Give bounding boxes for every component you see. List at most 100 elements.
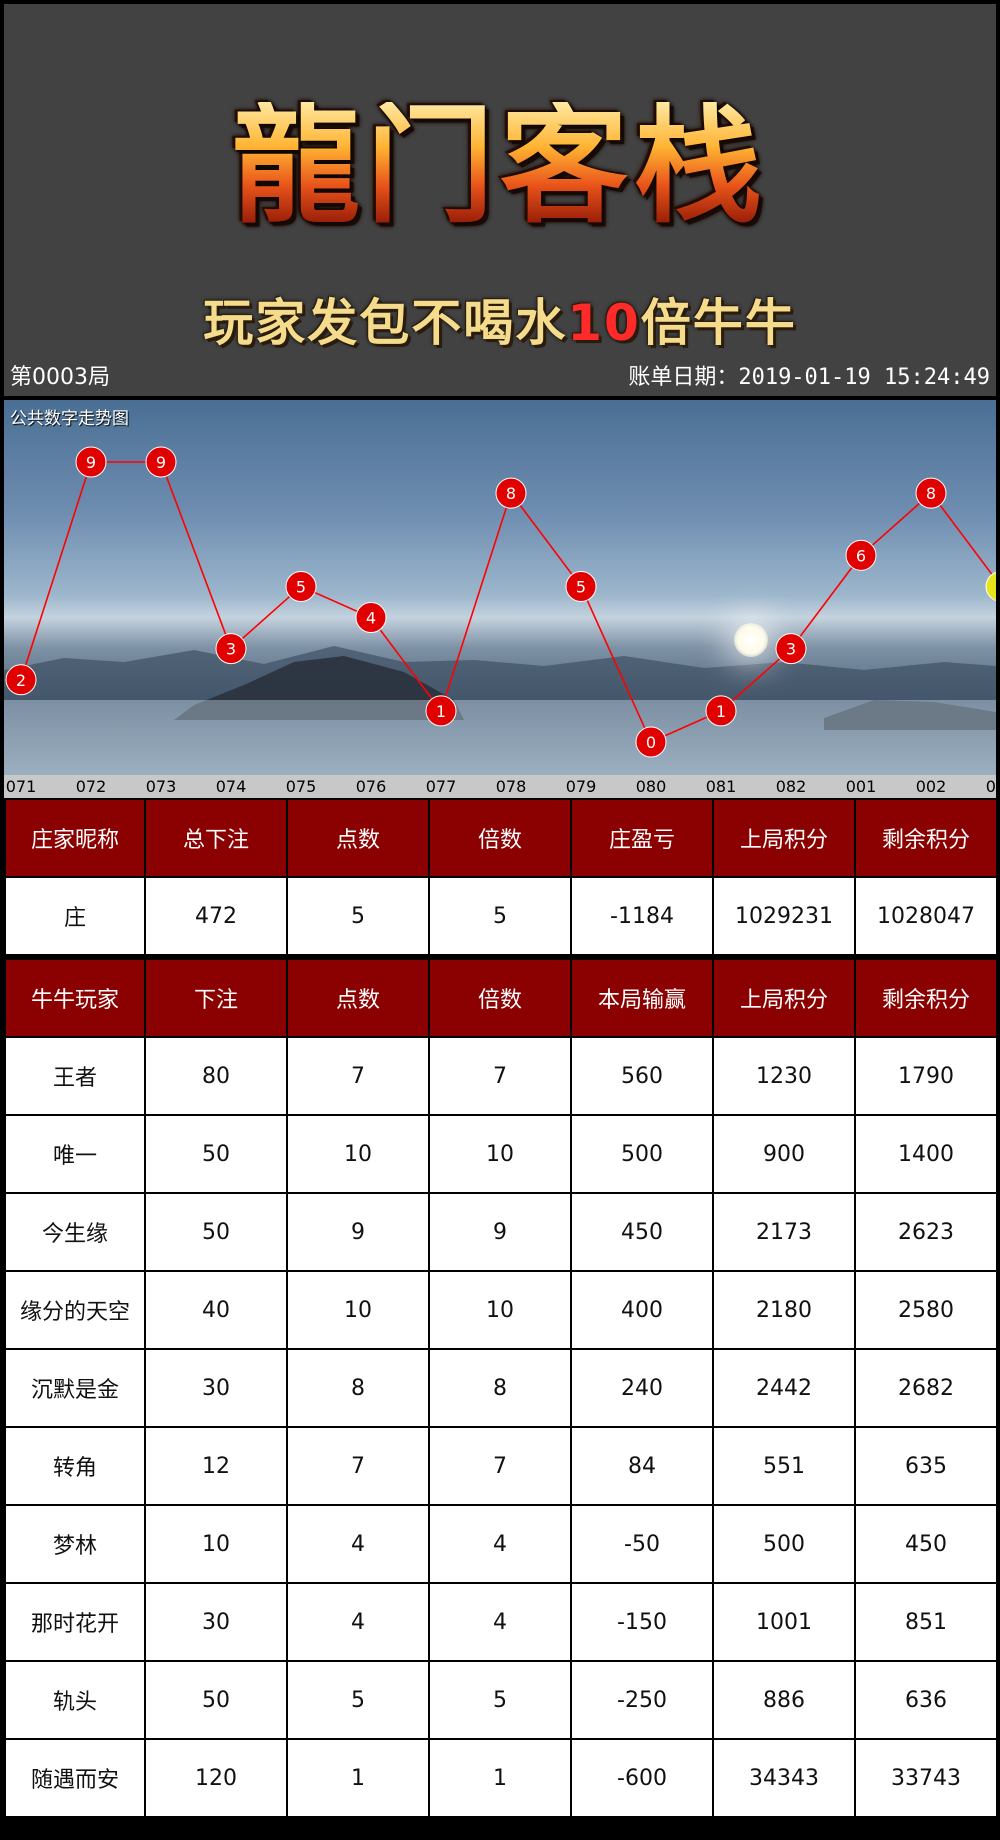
bill-date: 账单日期：2019-01-19 15:24:49: [628, 365, 990, 390]
table-cell: 4: [286, 1582, 430, 1662]
header-cell: 庄家昵称: [4, 798, 146, 878]
x-tick-label: 078: [495, 777, 527, 796]
table-cell: -250: [570, 1660, 714, 1740]
header-cell: 倍数: [428, 798, 572, 878]
table-cell: 40: [144, 1270, 288, 1350]
table-row: 梦林 10 4 4 -50 500 450: [4, 1504, 998, 1584]
player-table: 牛牛玩家 下注 点数 倍数 本局输赢 上局积分 剩余积分 王者 80 7 7 560 12…: [4, 958, 998, 1818]
player-name-cell: 转角: [4, 1426, 146, 1506]
table-row: 沉默是金 30 8 8 240 2442 2682: [4, 1348, 998, 1428]
table-cell: 1029231: [712, 876, 856, 956]
x-tick-label: 073: [145, 777, 177, 796]
table-cell: 9: [286, 1192, 430, 1272]
table-cell: 500: [712, 1504, 856, 1584]
table-cell: 4: [286, 1504, 430, 1584]
table-cell: 4: [428, 1504, 572, 1584]
table-cell: 7: [428, 1036, 572, 1116]
round-label: 第0003局: [10, 365, 110, 390]
header-cell: 剩余积分: [854, 798, 998, 878]
data-label: 8: [506, 484, 516, 503]
table-cell: 50: [144, 1114, 288, 1194]
x-tick-label: 003: [985, 777, 996, 796]
table-cell: 30: [144, 1348, 288, 1428]
data-point: [985, 571, 996, 602]
x-axis: 071 072 073 074 075 076 077 078 079 080 081 082 001 0…: [4, 775, 996, 799]
x-tick-label: 074: [215, 777, 247, 796]
table-row: 那时花开 30 4 4 -150 1001 851: [4, 1582, 998, 1662]
data-label: 1: [436, 702, 446, 721]
table-cell: 5: [286, 876, 430, 956]
header-cell: 点数: [286, 958, 430, 1038]
table-cell: 7: [428, 1426, 572, 1506]
banker-table: 庄家昵称 总下注 点数 倍数 庄盈亏 上局积分 剩余积分 庄 472 5 5 -…: [4, 798, 998, 956]
table-cell: 80: [144, 1036, 288, 1116]
chart-title: 公共数字走势图: [10, 409, 129, 429]
header-cell: 倍数: [428, 958, 572, 1038]
table-cell: 7: [286, 1426, 430, 1506]
table-row: 王者 80 7 7 560 1230 1790: [4, 1036, 998, 1116]
table-cell: 12: [144, 1426, 288, 1506]
data-label: 3: [226, 640, 236, 659]
table-cell: 900: [712, 1114, 856, 1194]
table-row: 轨头 50 5 5 -250 886 636: [4, 1660, 998, 1740]
table-cell: 851: [854, 1582, 998, 1662]
table-cell: 50: [144, 1660, 288, 1740]
data-label: 4: [366, 609, 376, 628]
table-cell: 240: [570, 1348, 714, 1428]
header-cell: 总下注: [144, 798, 288, 878]
promo-subtitle: 玩家发包不喝水10倍牛牛: [4, 298, 996, 348]
header-cell: 点数: [286, 798, 430, 878]
table-cell: 84: [570, 1426, 714, 1506]
table-cell: 7: [286, 1036, 430, 1116]
player-name-cell: 梦林: [4, 1504, 146, 1584]
player-name-cell: 王者: [4, 1036, 146, 1116]
table-cell: 33743: [854, 1738, 998, 1818]
header-cell: 上局积分: [712, 958, 856, 1038]
table-cell: 472: [144, 876, 288, 956]
table-row: 唯一 50 10 10 500 900 1400: [4, 1114, 998, 1194]
table-cell: 30: [144, 1582, 288, 1662]
table-cell: 2623: [854, 1192, 998, 1272]
header-cell: 本局输赢: [570, 958, 714, 1038]
table-cell: 50: [144, 1192, 288, 1272]
subtitle-number: 10: [567, 294, 641, 352]
table-row: 随遇而安 120 1 1 -600 34343 33743: [4, 1738, 998, 1818]
x-tick-label: 072: [75, 777, 107, 796]
table-cell: 450: [570, 1192, 714, 1272]
header-cell: 庄盈亏: [570, 798, 714, 878]
table-cell: 636: [854, 1660, 998, 1740]
header-banner: 龍门客栈 玩家发包不喝水10倍牛牛 第0003局 账单日期：2019-01-19…: [4, 4, 996, 396]
table-cell: 500: [570, 1114, 714, 1194]
table-cell: 5: [286, 1660, 430, 1740]
table-cell: 120: [144, 1738, 288, 1818]
table-cell: 10: [428, 1114, 572, 1194]
subtitle-suffix: 倍牛牛: [640, 294, 797, 352]
table-cell: 1: [428, 1738, 572, 1818]
banker-header-row: 庄家昵称 总下注 点数 倍数 庄盈亏 上局积分 剩余积分: [4, 798, 998, 878]
x-tick-label: 075: [285, 777, 317, 796]
x-tick-label: 081: [705, 777, 737, 796]
data-label: 9: [156, 453, 166, 472]
header-cell: 下注: [144, 958, 288, 1038]
table-cell: 10: [286, 1114, 430, 1194]
table-cell: 2173: [712, 1192, 856, 1272]
table-cell: 8: [428, 1348, 572, 1428]
table-cell: 635: [854, 1426, 998, 1506]
x-tick-label: 082: [775, 777, 807, 796]
table-cell: 2442: [712, 1348, 856, 1428]
x-tick-label: 080: [635, 777, 667, 796]
data-label: 1: [716, 702, 726, 721]
player-name-cell: 轨头: [4, 1660, 146, 1740]
table-cell: 庄: [4, 876, 146, 956]
table-cell: 2180: [712, 1270, 856, 1350]
player-name-cell: 随遇而安: [4, 1738, 146, 1818]
table-cell: 400: [570, 1270, 714, 1350]
table-cell: 560: [570, 1036, 714, 1116]
table-cell: 5: [428, 1660, 572, 1740]
header-cell: 牛牛玩家: [4, 958, 146, 1038]
page-frame: 龍门客栈 玩家发包不喝水10倍牛牛 第0003局 账单日期：2019-01-19…: [0, 0, 1000, 1840]
table-row: 今生缘 50 9 9 450 2173 2623: [4, 1192, 998, 1272]
data-label: 8: [926, 484, 936, 503]
player-name-cell: 沉默是金: [4, 1348, 146, 1428]
data-label: 5: [576, 577, 586, 596]
